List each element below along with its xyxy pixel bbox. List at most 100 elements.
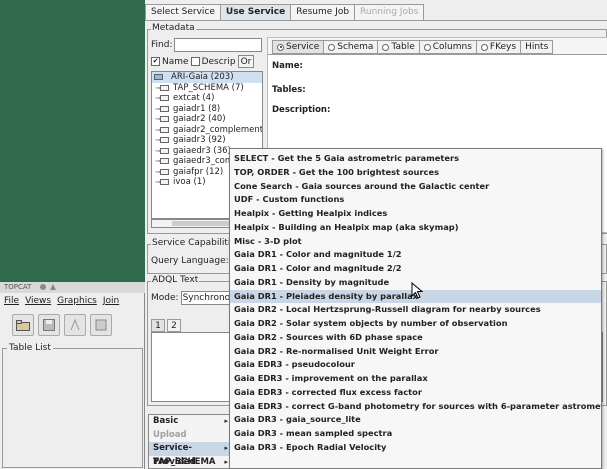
name-checkbox-label: Name: [162, 56, 189, 67]
or-button[interactable]: Or: [237, 55, 255, 68]
example-item[interactable]: Gaia DR2 - Solar system objects by numbe…: [230, 317, 601, 331]
folder-icon: [160, 126, 169, 133]
topcat-window: TOPCAT File Views Graphics Join Table Li…: [0, 282, 145, 469]
properties-icon[interactable]: [64, 314, 86, 336]
example-item[interactable]: UDF - Custom functions: [230, 193, 601, 207]
descrip-checkbox[interactable]: [190, 57, 200, 66]
service-examples-menu: SELECT - Get the 5 Gaia astrometric para…: [229, 148, 602, 469]
window-dot-icon[interactable]: [39, 284, 46, 290]
topcat-titlebar: TOPCAT: [0, 282, 145, 293]
database-icon: [154, 74, 163, 80]
name-field-label: Name:: [272, 61, 303, 71]
find-row: Find:: [151, 38, 263, 52]
example-item[interactable]: Gaia EDR3 - pseudocolour: [230, 358, 601, 372]
find-input[interactable]: [174, 38, 263, 52]
topcat-toolbar: [0, 310, 145, 340]
tab-resume-job[interactable]: Resume Job: [290, 4, 356, 20]
submenu-arrow-icon: ▸: [224, 444, 228, 452]
folder-icon: [160, 116, 169, 122]
example-item[interactable]: Gaia EDR3 - correct G-band photometry fo…: [230, 400, 601, 414]
menu-item-service-provided[interactable]: Service-Provided ▸: [149, 442, 231, 467]
menu-item-upload[interactable]: Upload: [149, 429, 231, 443]
name-checkbox[interactable]: ✔: [151, 57, 160, 66]
query-tabs: 1 2: [151, 319, 183, 332]
tab-select-service[interactable]: Select Service: [145, 4, 221, 20]
example-item[interactable]: Gaia DR3 - Epoch Radial Velocity: [230, 441, 601, 455]
tree-node[interactable]: ⊸ TAP_SCHEMA (7): [152, 83, 262, 94]
example-item[interactable]: Healpix - Building an Healpix map (aka s…: [230, 221, 601, 235]
folder-icon: [160, 158, 169, 164]
service-tabs: Select Service Use Service Resume Job Ru…: [145, 4, 425, 20]
tables-field-label: Tables:: [272, 85, 306, 95]
folder-icon: [160, 95, 169, 101]
tab-hints[interactable]: Hints: [520, 40, 554, 54]
example-item[interactable]: Gaia DR2 - Re-normalised Unit Weight Err…: [230, 345, 601, 359]
detail-tabs: Service Schema Table Columns FKeys Hints: [272, 40, 554, 54]
descrip-checkbox-label: Descrip: [201, 56, 236, 67]
example-item[interactable]: Gaia DR3 - mean sampled spectra: [230, 427, 601, 441]
mouse-cursor-icon: [411, 282, 424, 299]
example-item[interactable]: Gaia DR2 - Sources with 6D phase space: [230, 331, 601, 345]
example-item[interactable]: Gaia DR2 - Local Hertzsprung-Russell dia…: [230, 303, 601, 317]
table-view-icon[interactable]: [90, 314, 112, 336]
example-item[interactable]: TOP, ORDER - Get the 100 brightest sourc…: [230, 166, 601, 180]
folder-icon: [160, 168, 169, 175]
tab-table[interactable]: Table: [377, 40, 420, 54]
topcat-title: TOPCAT: [4, 283, 32, 291]
adql-label: ADQL Text: [151, 275, 200, 285]
mode-label: Mode:: [151, 293, 179, 303]
tab-running-jobs[interactable]: Running Jobs: [354, 4, 425, 20]
menu-join[interactable]: Join: [103, 294, 119, 308]
menu-file[interactable]: File: [4, 294, 19, 308]
menu-graphics[interactable]: Graphics: [57, 294, 97, 308]
tree-node[interactable]: ⊸ gaiadr2 (40): [152, 114, 262, 125]
folder-icon: [160, 137, 169, 143]
folder-icon: [160, 105, 169, 112]
folder-icon: [160, 84, 169, 91]
radio-icon: [277, 43, 284, 51]
find-label: Find:: [151, 40, 173, 50]
tree-root[interactable]: ARI-Gaia (203): [152, 72, 262, 83]
example-item[interactable]: Gaia EDR3 - corrected flux excess factor: [230, 386, 601, 400]
tabs-divider: [145, 20, 607, 21]
radio-icon: [328, 43, 336, 51]
folder-icon: [160, 147, 169, 154]
tab-fkeys[interactable]: FKeys: [475, 40, 522, 54]
example-item[interactable]: Gaia DR1 - Color and magnitude 2/2: [230, 262, 601, 276]
query-language-row: Query Language: A: [151, 254, 241, 268]
table-list-label: Table List: [7, 343, 53, 353]
example-item[interactable]: Gaia DR3 - gaia_source_lite: [230, 413, 601, 427]
tree-node[interactable]: ⊸ gaiadr2_complement: [152, 125, 262, 136]
tree-node[interactable]: ⊸ extcat (4): [152, 93, 262, 104]
menu-views[interactable]: Views: [25, 294, 51, 308]
example-item[interactable]: Cone Search - Gaia sources around the Ga…: [230, 180, 601, 194]
query-tab-2[interactable]: 2: [167, 319, 181, 332]
window-triangle-icon[interactable]: [49, 284, 56, 290]
tab-schema[interactable]: Schema: [323, 40, 379, 54]
tab-service[interactable]: Service: [272, 40, 325, 54]
example-item[interactable]: SELECT - Get the 5 Gaia astrometric para…: [230, 152, 601, 166]
topcat-menubar: File Views Graphics Join: [0, 294, 145, 308]
tab-use-service[interactable]: Use Service: [219, 4, 292, 20]
example-item[interactable]: Gaia DR1 - Color and magnitude 1/2: [230, 248, 601, 262]
query-language-label: Query Language:: [151, 256, 229, 266]
query-tab-1[interactable]: 1: [151, 319, 165, 332]
example-item[interactable]: Healpix - Getting Healpix indices: [230, 207, 601, 221]
menu-item-basic[interactable]: Basic ▸: [149, 415, 231, 429]
menu-item-tap-schema[interactable]: TAP_SCHEMA ▸: [149, 456, 231, 469]
open-folder-icon[interactable]: [12, 314, 34, 336]
metadata-label: Metadata: [151, 23, 196, 33]
submenu-arrow-icon: ▸: [224, 417, 228, 425]
radio-icon: [480, 43, 488, 51]
example-item[interactable]: Misc - 3-D plot: [230, 235, 601, 249]
example-item[interactable]: Gaia EDR3 - improvement on the parallax: [230, 372, 601, 386]
tree-node[interactable]: ⊸ gaiadr3 (92): [152, 135, 262, 146]
save-icon[interactable]: [38, 314, 60, 336]
desktop-background: [0, 0, 145, 282]
radio-icon: [382, 43, 390, 51]
filter-row: ✔ Name Descrip Or: [151, 55, 255, 68]
table-list-panel: Table List: [2, 343, 143, 468]
tree-node[interactable]: ⊸ gaiadr1 (8): [152, 104, 262, 115]
tab-columns[interactable]: Columns: [418, 40, 477, 54]
submenu-arrow-icon: ▸: [224, 457, 228, 466]
